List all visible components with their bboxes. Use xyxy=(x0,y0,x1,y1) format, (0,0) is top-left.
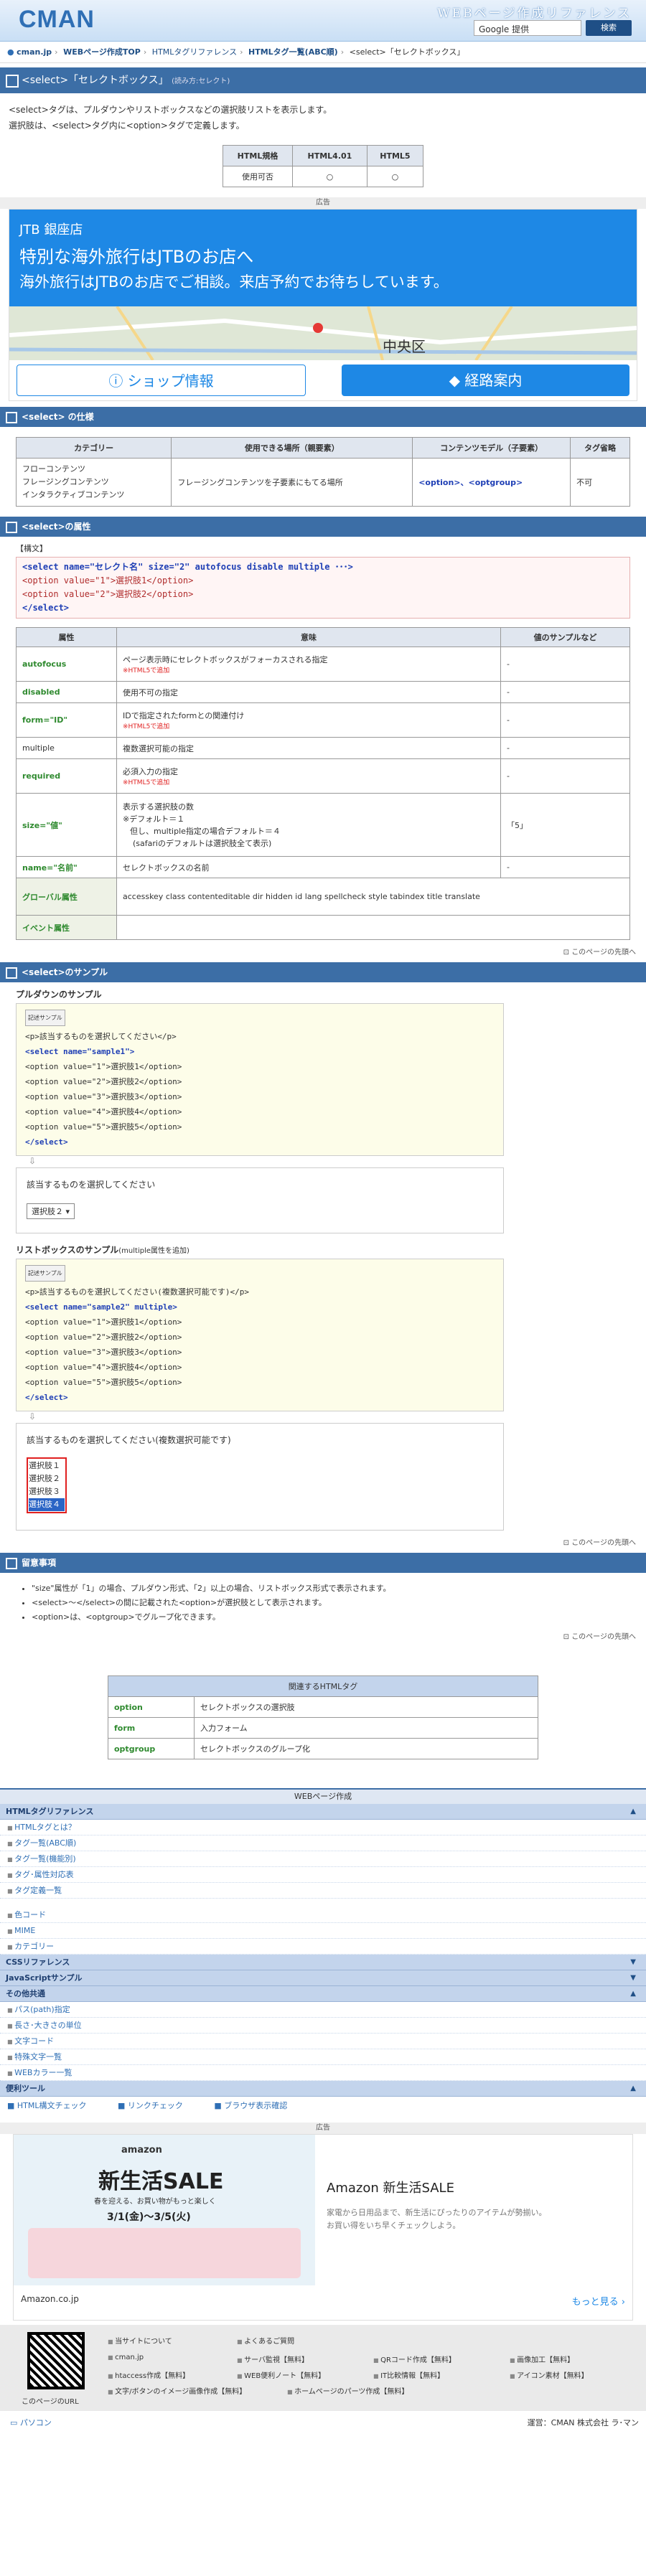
menu-group-tools[interactable]: 便利ツール ▲ xyxy=(0,2081,646,2097)
menu-group-js[interactable]: JavaScriptサンプル ▼ xyxy=(0,1970,646,1986)
collapse-icon: ▲ xyxy=(630,1808,636,1815)
search-button[interactable]: 検索 xyxy=(586,20,632,36)
shop-info-button[interactable]: ⓘ ショップ情報 xyxy=(17,365,306,396)
search-input[interactable]: Google 提供 xyxy=(474,20,581,36)
arrow-up-icon: ⊡ xyxy=(563,1539,572,1547)
info-icon: ⓘ xyxy=(108,372,128,390)
breadcrumb: ● cman.jp › WEBページ作成TOP › HTMLタグリファレンス › HT… xyxy=(0,42,646,63)
breadcrumb-link[interactable]: cman.jp xyxy=(17,47,52,57)
pulldown-preview: 該当するものを選択してください 選択肢２ ▾ xyxy=(16,1167,504,1233)
spec-table: カテゴリー 使用できる場所（親要素） コンテンツモデル（子要素） タグ省略 フローコン… xyxy=(15,437,630,507)
menu-group-html[interactable]: HTMLタグリファレンス ▲ xyxy=(0,1804,646,1820)
notes-list: "size"属性が「1」の場合、プルダウン形式、「2」以上の場合、リストボックス… xyxy=(0,1573,646,1625)
sample-select[interactable]: 選択肢２ ▾ xyxy=(27,1203,75,1219)
site-title: WEBページ作成リファレンス xyxy=(437,6,632,21)
site-footer: このページのURL 当サイトについて よくあるご質問 cman.jp サーバ監視… xyxy=(0,2325,646,2411)
page-top-link[interactable]: ⊡ このページの先頭へ xyxy=(0,1625,646,1647)
listbox-preview: 該当するものを選択してください(複数選択可能です) 選択肢１ 選択肢２ 選択肢３… xyxy=(16,1423,504,1531)
pc-link[interactable]: ▭ パソコン xyxy=(10,2417,52,2428)
collapse-icon: ▲ xyxy=(630,1990,636,1998)
expand-icon: ▼ xyxy=(630,1974,636,1982)
breadcrumb-current: <select>「セレクトボックス」 xyxy=(349,47,465,57)
syntax-label: 【構文】 xyxy=(16,544,47,553)
sample-listbox[interactable]: 選択肢１ 選択肢２ 選択肢３ 選択肢４ xyxy=(27,1457,67,1513)
more-link[interactable]: もっと見る › xyxy=(572,2294,625,2308)
menu-group-css[interactable]: CSSリファレンス ▼ xyxy=(0,1955,646,1970)
collapse-icon: ▲ xyxy=(630,2084,636,2092)
menu-group-other[interactable]: その他共通 ▲ xyxy=(0,1986,646,2002)
ad-label: 広告 xyxy=(0,197,646,209)
chevron-down-icon: ▾ xyxy=(65,1207,70,1216)
arrow-up-icon: ⊡ xyxy=(563,1633,572,1641)
attr-section-title: <select>の属性 xyxy=(0,517,646,537)
sample-section-title: <select>のサンプル xyxy=(0,962,646,982)
site-menu: WEBページ作成 HTMLタグリファレンス▲ HTMLタグとは？ タグ一覧(AB… xyxy=(0,1788,646,2115)
intro-text: <select>タグは、プルダウンやリストボックスなどの選択肢リストを表示します… xyxy=(9,105,332,131)
route-button[interactable]: ◆ 経路案内 xyxy=(342,365,629,396)
page-top-link[interactable]: ⊡ このページの先頭へ xyxy=(0,1531,646,1553)
breadcrumb-link[interactable]: HTMLタグ一覧(ABC順) xyxy=(248,47,338,57)
ad-label: 広告 xyxy=(0,2123,646,2134)
site-logo[interactable]: CMAN xyxy=(19,6,95,34)
tools-row: ■ HTML構文チェック ■ リンクチェック ■ ブラウザ表示確認 xyxy=(0,2097,646,2115)
spec-section-title: <select> の仕様 xyxy=(0,407,646,427)
tool-link[interactable]: ■ ブラウザ表示確認 xyxy=(214,2101,287,2110)
attribute-table: 属性 意味 値のサンプルなど autofocus ページ表示時にセレクトボックスがフォ… xyxy=(16,627,630,940)
breadcrumb-link[interactable]: WEBページ作成TOP xyxy=(63,47,141,57)
related-tags-table: 関連するHTMLタグ option セレクトボックスの選択肢 form 入力フォーム… xyxy=(108,1675,538,1759)
arrow-down-icon: ⇩ xyxy=(29,1411,37,1421)
home-icon: ● xyxy=(7,47,14,57)
tool-link[interactable]: ■ リンクチェック xyxy=(118,2101,183,2110)
arrow-down-icon: ⇩ xyxy=(29,1156,37,1166)
site-header: CMAN WEBページ作成リファレンス Google 提供 検索 xyxy=(0,0,646,42)
page-top-link[interactable]: ⊡ このページの先頭へ xyxy=(0,940,646,962)
route-icon: ◆ xyxy=(449,372,465,389)
jtb-ad[interactable]: JTB 銀座店 特別な海外旅行はJTBのお店へ 海外旅行はJTBのお店でご相談。… xyxy=(9,209,637,401)
notes-section-title: 留意事項 xyxy=(0,1553,646,1573)
listbox-title: リストボックスのサンプル(multiple属性を追加) xyxy=(16,1245,189,1255)
monitor-icon: ▭ xyxy=(10,2418,20,2427)
support-table: HTML規格 HTML4.01 HTML5 使用可否 ○ ○ xyxy=(222,145,424,187)
qr-code-icon xyxy=(27,2332,85,2389)
bottom-bar: ▭ パソコン 運営：CMAN 株式会社 ラ･マン xyxy=(10,2417,639,2428)
arrow-up-icon: ⊡ xyxy=(563,949,572,956)
amazon-ad[interactable]: amazon 新生活SALE 春を迎える、お買い物がもっと楽しく 3/1(金)～… xyxy=(13,2134,633,2321)
page-title: <select>「セレクトボックス」 (読み方:セレクト) xyxy=(0,67,646,93)
pulldown-title: プルダウンのサンプル xyxy=(16,989,102,1000)
product-image xyxy=(28,2228,301,2278)
expand-icon: ▼ xyxy=(630,1958,636,1966)
breadcrumb-link[interactable]: HTMLタグリファレンス xyxy=(152,47,237,57)
listbox-code: 記述サンプル <p>該当するものを選択してください(複数選択可能です)</p> … xyxy=(16,1259,504,1411)
tool-link[interactable]: ■ HTML構文チェック xyxy=(7,2101,87,2110)
map-image: 中央区 xyxy=(9,306,637,360)
syntax-code: <select name="セレクト名" size="2" autofocus … xyxy=(16,557,630,619)
pulldown-code: 記述サンプル <p>該当するものを選択してください</p> <select na… xyxy=(16,1003,504,1156)
